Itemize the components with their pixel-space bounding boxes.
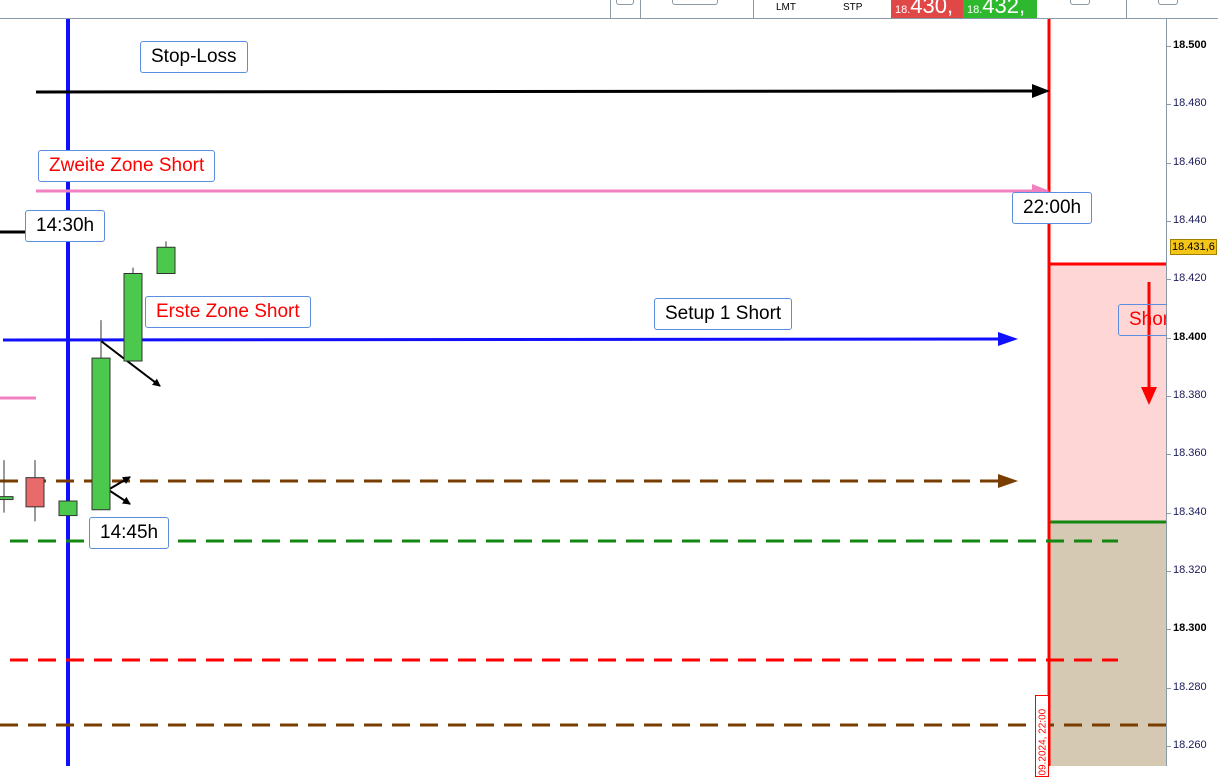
axis-tick-label: 18.380	[1167, 389, 1207, 401]
candle-body	[91, 357, 111, 511]
arrow-head	[998, 332, 1018, 346]
toolbar: LMT STP 18.430, 18.432,	[0, 0, 1218, 19]
axis-tick-label: 18.320	[1167, 564, 1207, 576]
arrow-head	[1032, 84, 1050, 98]
candle-body	[58, 500, 78, 517]
axis-tick-label: 18.300	[1167, 622, 1207, 635]
bid-price: 430,	[910, 0, 954, 18]
stop-loss-arrow	[35, 89, 1041, 94]
current-price-badge: 18.431,6	[1170, 239, 1217, 255]
candle-body	[123, 273, 143, 362]
quantity-input[interactable]	[672, 0, 718, 5]
price-axis[interactable]: 18.500 18.480 18.460 18.440 18.420 18.400 18.3…	[1166, 19, 1218, 766]
toolbar-button[interactable]	[1070, 0, 1090, 5]
axis-tick-label: 18.260	[1167, 739, 1207, 751]
setup1-arrow	[2, 337, 1006, 342]
label-1445[interactable]: 14:45h	[89, 517, 170, 549]
axis-tick-label: 18.440	[1167, 214, 1207, 226]
label-erste-zone[interactable]: Erste Zone Short	[145, 296, 311, 328]
candle-body	[156, 246, 176, 275]
label-zweite-zone[interactable]: Zweite Zone Short	[38, 150, 216, 182]
axis-tick-label: 18.400	[1167, 330, 1207, 343]
axis-tick-label: 18.420	[1167, 272, 1207, 285]
candles	[0, 241, 176, 522]
toolbar-button[interactable]	[1158, 0, 1178, 5]
axis-tick-label: 18.340	[1167, 505, 1207, 518]
label-stop-loss[interactable]: Stop-Loss	[140, 41, 248, 73]
chart-canvas[interactable]	[0, 19, 1166, 766]
ask-button[interactable]: 18.432,	[963, 0, 1037, 18]
axis-tick-label: 18.500	[1167, 39, 1207, 51]
label-setup1[interactable]: Setup 1 Short	[654, 298, 793, 330]
date-text: 09.2024, 22:00	[1037, 708, 1049, 776]
label-2200[interactable]: 22:00h	[1012, 192, 1093, 224]
axis-tick-label: 18.480	[1167, 97, 1207, 110]
axis-tick-label: 18.460	[1167, 155, 1207, 168]
label-1430[interactable]: 14:30h	[25, 210, 106, 242]
axis-tick-label: 18.280	[1167, 680, 1207, 693]
date-label: 09.2024, 22:00	[1035, 695, 1049, 777]
candle-body	[25, 477, 45, 508]
target-zone	[1049, 522, 1166, 766]
stop-label[interactable]: STP	[843, 2, 862, 14]
axis-tick-label: 18.360	[1167, 447, 1207, 460]
save-icon[interactable]	[616, 0, 634, 5]
arrow-head	[998, 474, 1018, 488]
bid-button[interactable]: 18.430,	[891, 0, 963, 18]
bid-prefix: 18.	[895, 4, 911, 16]
candle-body	[0, 496, 14, 501]
ask-prefix: 18.	[967, 4, 983, 16]
limit-label[interactable]: LMT	[776, 2, 796, 14]
ask-price: 432,	[982, 0, 1026, 18]
